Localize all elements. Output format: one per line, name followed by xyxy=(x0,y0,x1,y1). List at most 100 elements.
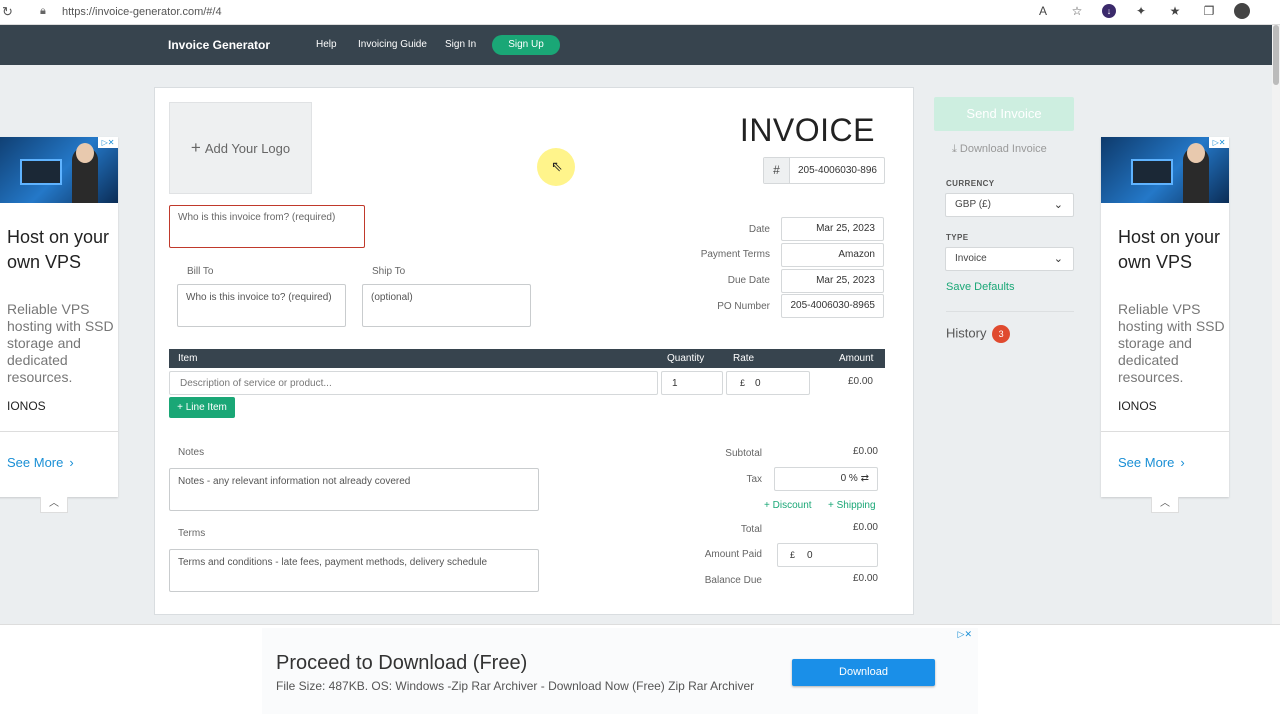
bottom-ad[interactable]: Proceed to Download (Free) File Size: 48… xyxy=(262,628,978,714)
reload-icon[interactable]: ↻ xyxy=(2,4,13,20)
chevron-right-icon: › xyxy=(69,455,74,470)
address-bar[interactable]: https://invoice-generator.com/#/4 xyxy=(62,6,222,18)
item-description-input[interactable]: Description of service or product... xyxy=(169,371,658,395)
amount-paid-input[interactable]: £0 xyxy=(777,543,878,567)
collapse-ad-left-button[interactable]: ︿ xyxy=(40,497,68,513)
currency-symbol: £ xyxy=(740,378,746,388)
read-aloud-icon[interactable]: A xyxy=(1034,4,1052,18)
quantity-column-header: Quantity xyxy=(667,353,705,364)
item-quantity-input[interactable]: 1 xyxy=(661,371,723,395)
download-invoice-link[interactable]: ⤓ Download Invoice xyxy=(952,143,1047,156)
history-link[interactable]: History 3 xyxy=(946,325,1011,343)
due-date-field[interactable]: Mar 25, 2023 xyxy=(781,269,884,293)
bottom-ad-subtitle: File Size: 487KB. OS: Windows -Zip Rar A… xyxy=(276,679,755,693)
ad-see-more-link[interactable]: See More › xyxy=(1118,455,1185,470)
save-defaults-link[interactable]: Save Defaults xyxy=(946,281,1014,293)
send-invoice-button[interactable]: Send Invoice xyxy=(934,97,1074,131)
add-shipping-link[interactable]: + Shipping xyxy=(828,500,876,511)
amount-paid-label: Amount Paid xyxy=(704,549,762,560)
brand-logo[interactable]: Invoice Generator xyxy=(168,38,270,52)
download-icon: ⤓ xyxy=(952,143,960,155)
page-scrollbar[interactable] xyxy=(1272,25,1280,625)
currency-select[interactable]: GBP (£) ⌄ xyxy=(945,193,1074,217)
payment-terms-label: Payment Terms xyxy=(700,249,770,260)
nav-help[interactable]: Help xyxy=(316,39,337,50)
bill-to-field[interactable]: Who is this invoice to? (required) xyxy=(177,284,346,327)
item-rate-value: 0 xyxy=(755,378,761,389)
swap-icon[interactable]: ⇄ xyxy=(861,473,869,484)
favorite-icon[interactable]: ☆ xyxy=(1068,4,1086,18)
due-date-label: Due Date xyxy=(727,275,770,286)
sign-up-button[interactable]: Sign Up xyxy=(492,35,560,55)
date-field[interactable]: Mar 25, 2023 xyxy=(781,217,884,241)
amount-paid-value: 0 xyxy=(807,550,813,561)
chevron-right-icon: › xyxy=(1180,455,1185,470)
from-field[interactable]: Who is this invoice from? (required) xyxy=(169,205,365,248)
shipping-label: Shipping xyxy=(836,500,876,511)
type-value: Invoice xyxy=(955,253,987,264)
ad-brand: IONOS xyxy=(7,399,46,413)
ad-brand: IONOS xyxy=(1118,399,1157,413)
total-label: Total xyxy=(740,524,762,535)
side-ad-left[interactable]: ▷✕ Host on your own VPS Reliable VPS hos… xyxy=(0,137,118,497)
collections-icon[interactable]: ❐ xyxy=(1200,4,1218,18)
vpn-icon[interactable]: ↓ xyxy=(1102,4,1116,18)
add-logo-label: Add Your Logo xyxy=(204,140,291,156)
notes-field[interactable]: Notes - any relevant information not alr… xyxy=(169,468,539,511)
po-number-field[interactable]: 205-4006030-8965 xyxy=(781,294,884,318)
ad-choices-icon[interactable]: ▷✕ xyxy=(958,629,972,640)
lock-icon[interactable]: 🔒︎ xyxy=(40,5,46,18)
tax-input[interactable]: 0 % ⇄ xyxy=(774,467,878,491)
bottom-ad-download-button[interactable]: Download xyxy=(792,659,935,686)
type-select[interactable]: Invoice ⌄ xyxy=(945,247,1074,271)
terms-label: Terms xyxy=(178,528,206,539)
extensions-icon[interactable]: ✦ xyxy=(1132,4,1150,18)
ship-to-label: Ship To xyxy=(372,266,406,277)
history-label: History xyxy=(946,325,987,341)
bottom-ad-title[interactable]: Proceed to Download (Free) xyxy=(276,652,527,675)
invoice-number-input[interactable]: 205-4006030-896 xyxy=(790,158,884,183)
add-line-item-button[interactable]: + Line Item xyxy=(169,397,235,418)
item-column-header: Item xyxy=(178,353,198,364)
favorites-bar-icon[interactable]: ★ xyxy=(1166,4,1184,18)
scrollbar-thumb[interactable] xyxy=(1273,25,1279,85)
payment-terms-field[interactable]: Amazon xyxy=(781,243,884,267)
site-header: Invoice Generator Help Invoicing Guide S… xyxy=(0,25,1280,65)
ad-choices-icon[interactable]: ▷✕ xyxy=(1209,137,1229,148)
nav-sign-in[interactable]: Sign In xyxy=(445,39,476,50)
nav-invoicing-guide[interactable]: Invoicing Guide xyxy=(358,39,427,50)
bill-to-label: Bill To xyxy=(187,266,214,277)
profile-icon[interactable] xyxy=(1234,3,1250,19)
ship-to-field[interactable]: (optional) xyxy=(362,284,531,327)
add-logo-button[interactable]: + Add Your Logo xyxy=(169,102,312,194)
item-rate-input[interactable]: £0 xyxy=(726,371,810,395)
chevron-down-icon: ⌄ xyxy=(1053,253,1063,265)
collapse-ad-right-button[interactable]: ︿ xyxy=(1151,497,1179,513)
type-label: TYPE xyxy=(946,233,969,242)
notes-label: Notes xyxy=(178,447,205,458)
browser-toolbar: ↻ 🔒︎ https://invoice-generator.com/#/4 A… xyxy=(0,0,1280,25)
plus-icon: + xyxy=(190,138,201,157)
rate-column-header: Rate xyxy=(733,353,755,364)
side-ad-right[interactable]: ▷✕ Host on your own VPS Reliable VPS hos… xyxy=(1101,137,1229,497)
plus-icon: + xyxy=(828,500,837,511)
ad-title[interactable]: Host on your own VPS xyxy=(7,225,112,275)
hash-label: # xyxy=(764,158,790,183)
ad-divider xyxy=(1101,431,1229,432)
add-discount-link[interactable]: + Discount xyxy=(764,500,812,511)
line-item-label: Line Item xyxy=(185,402,227,413)
mouse-cursor-icon: ⇖ xyxy=(551,158,563,174)
invoice-paper: + Add Your Logo INVOICE # 205-4006030-89… xyxy=(154,87,914,615)
ad-see-more-link[interactable]: See More › xyxy=(7,455,74,470)
invoice-number-field[interactable]: # 205-4006030-896 xyxy=(763,157,885,184)
panel-divider xyxy=(946,311,1074,312)
terms-field[interactable]: Terms and conditions - late fees, paymen… xyxy=(169,549,539,592)
balance-due-label: Balance Due xyxy=(704,575,762,586)
download-invoice-label: Download Invoice xyxy=(959,143,1047,155)
ad-title[interactable]: Host on your own VPS xyxy=(1118,225,1223,275)
invoice-title[interactable]: INVOICE xyxy=(740,112,875,149)
ad-divider xyxy=(0,431,118,432)
ad-choices-icon[interactable]: ▷✕ xyxy=(98,137,118,148)
subtotal-value: £0.00 xyxy=(852,446,878,457)
amount-column-header: Amount xyxy=(839,353,874,364)
